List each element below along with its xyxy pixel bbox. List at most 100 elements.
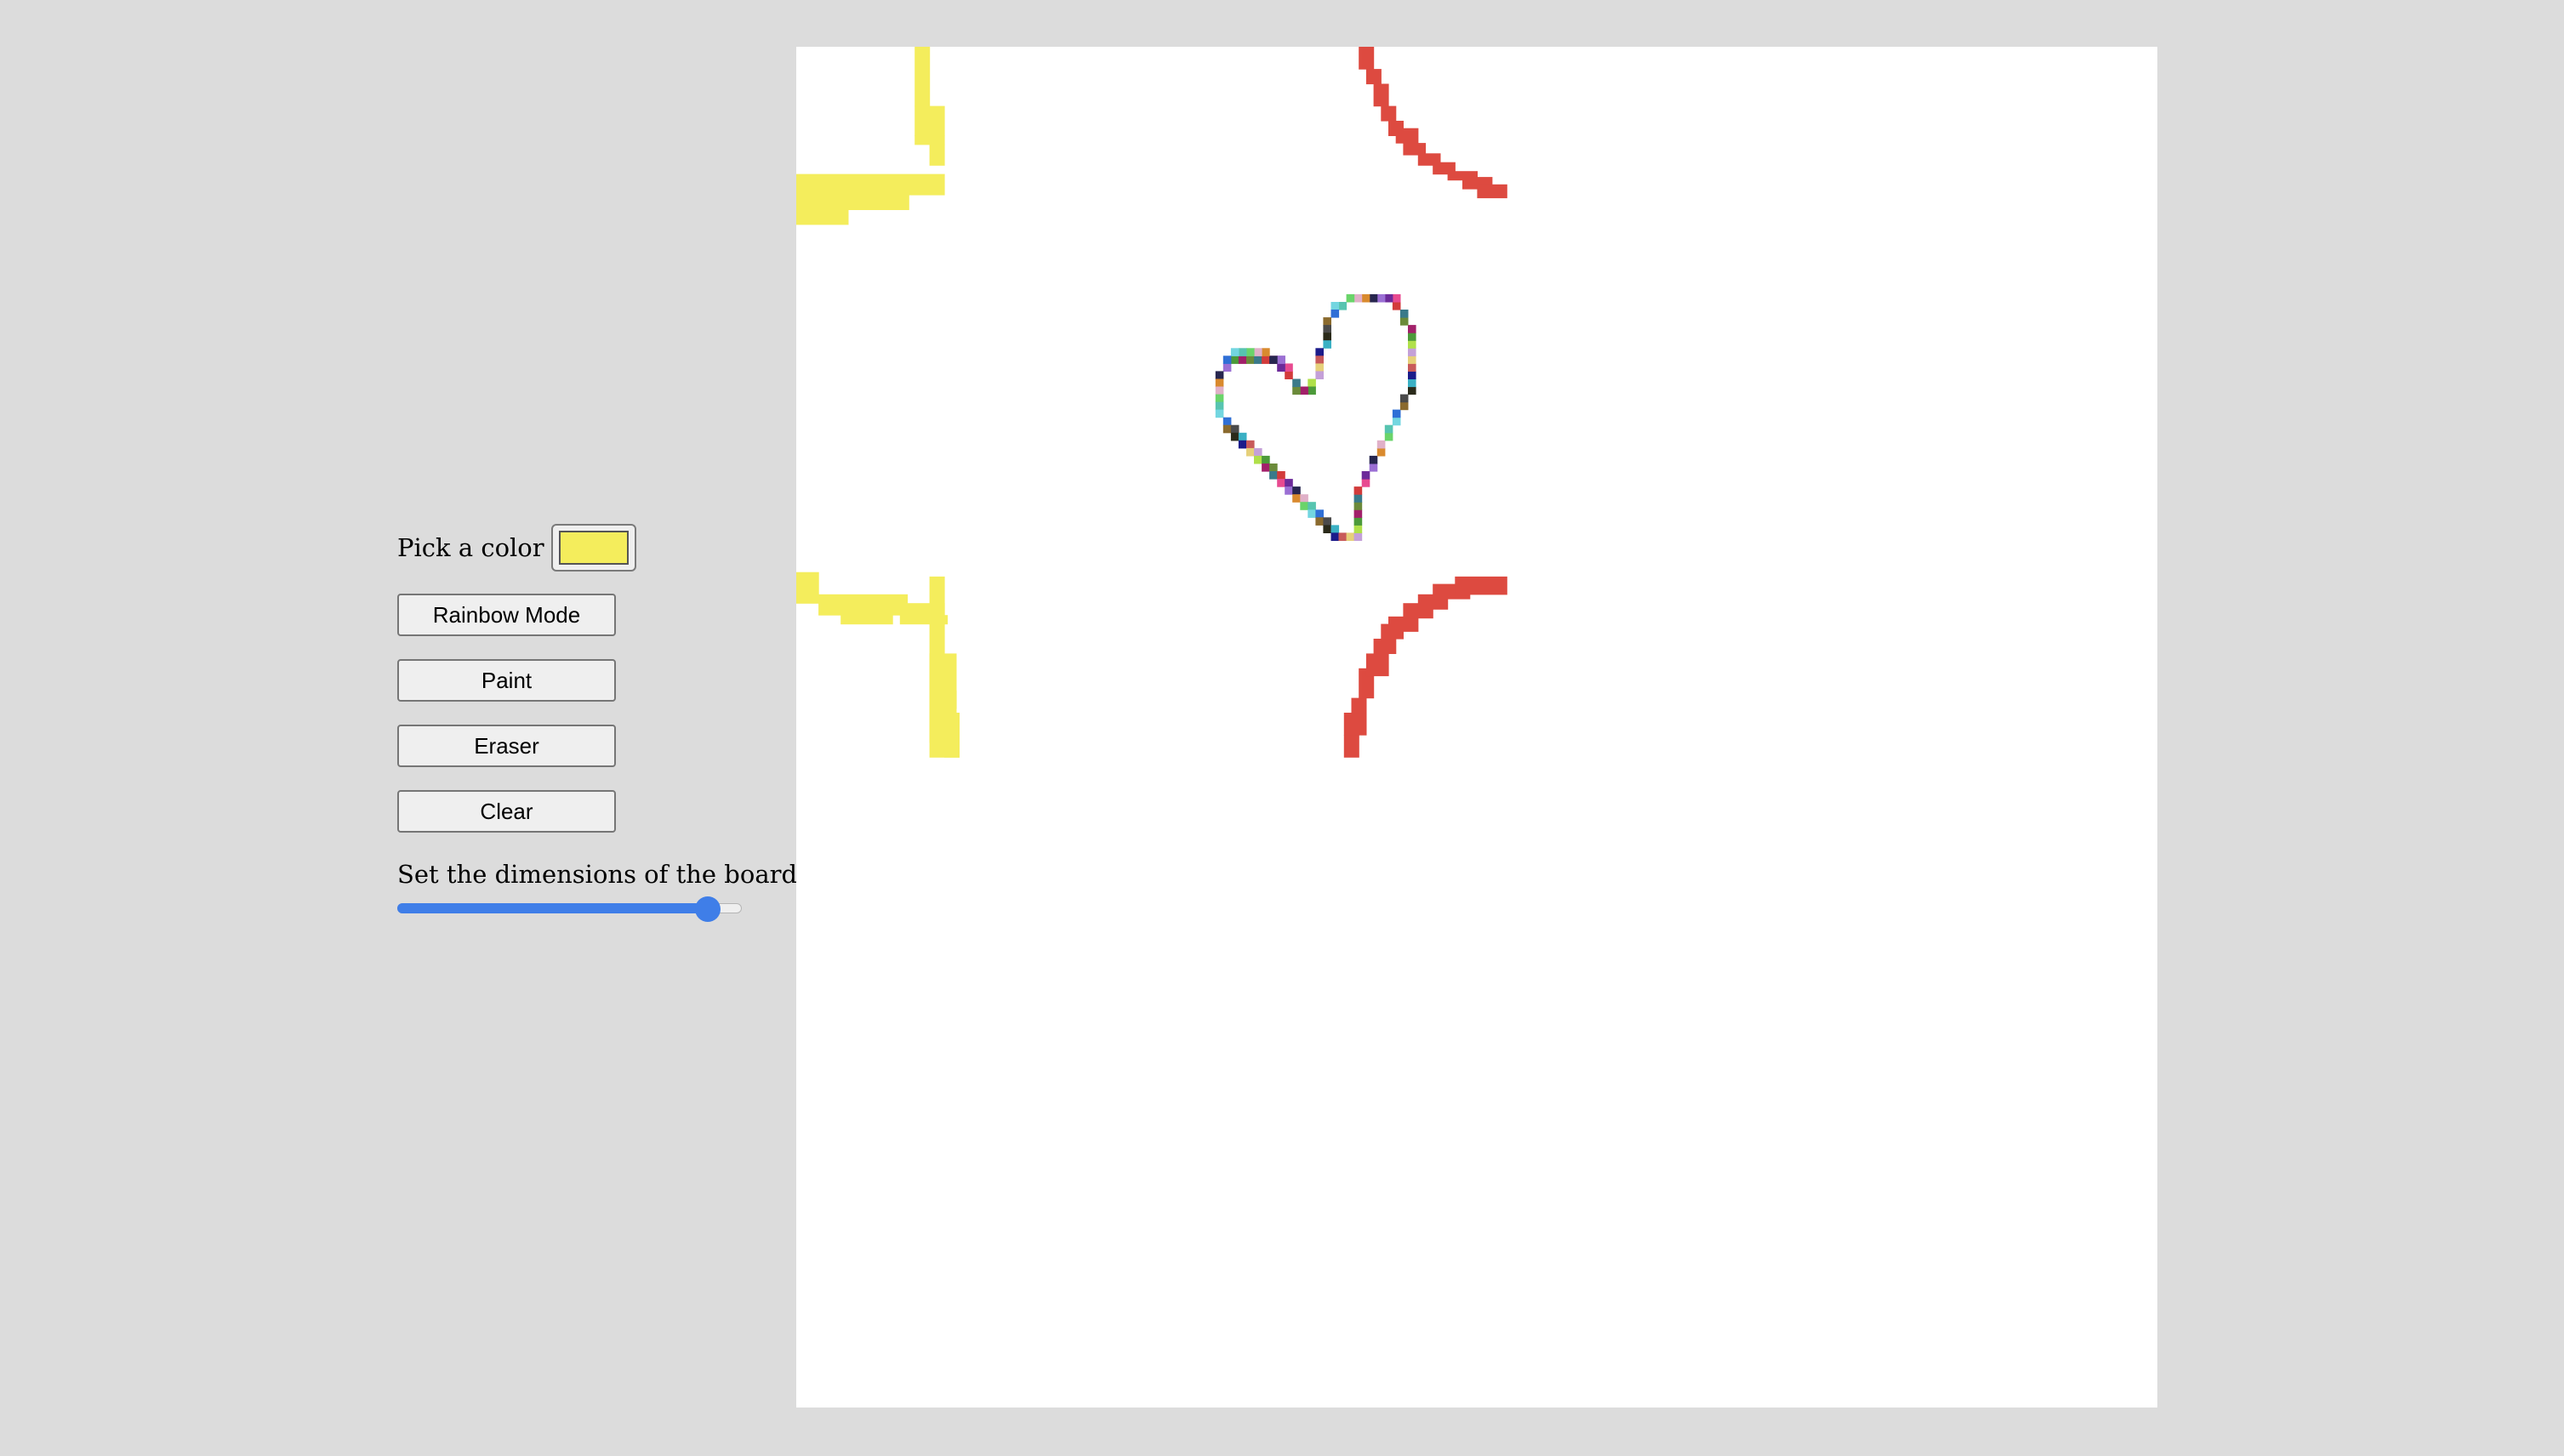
heart-pixel [1353,494,1363,503]
heart-pixel [1408,371,1416,379]
heart-pixel [1238,440,1247,449]
red-pixel [1365,69,1382,85]
heart-pixel [1308,509,1316,518]
eraser-button[interactable]: Eraser [397,725,616,767]
heart-pixel [1330,310,1340,318]
heart-pixel [1215,386,1224,395]
yellow-pixel [914,135,945,145]
heart-pixel [1285,371,1293,379]
drawing-board[interactable] [796,47,2157,1408]
heart-pixel [1323,325,1331,333]
yellow-pixel [796,572,819,595]
heart-pixel [1376,293,1386,303]
heart-pixel [1353,502,1363,510]
heart-pixel [1323,317,1331,326]
heart-pixel [1262,355,1270,364]
heart-pixel [1215,371,1224,379]
heart-pixel [1330,525,1340,533]
heart-pixel [1353,509,1363,518]
heart-pixel [1215,378,1224,388]
pick-color-label: Pick a color [397,533,544,562]
heart-pixel [1300,494,1308,503]
yellow-pixel [818,603,945,616]
heart-pixel [1277,355,1285,364]
yellow-pixel [840,615,893,625]
heart-pixel [1222,424,1232,434]
red-pixel [1373,83,1389,107]
heart-pixel [1292,494,1301,503]
yellow-strokes [796,47,960,758]
red-pixel [1381,105,1397,122]
heart-pixel [1399,317,1409,326]
heart-pixel [1315,371,1324,379]
heart-pixel [1384,432,1393,441]
heart-pixel [1353,532,1363,541]
red-pixel [1388,616,1419,632]
red-pixel [1395,128,1419,144]
heart-pixel [1269,471,1278,480]
heart-pixel [1338,302,1348,310]
heart-pixel [1361,471,1370,480]
dimensions-slider[interactable] [397,894,742,922]
heart-pixel [1262,464,1270,472]
heart-pixel [1361,479,1370,487]
heart-pixel [1376,447,1386,457]
heart-pixel [1408,340,1416,349]
heart-pixel [1254,348,1262,356]
color-picker-row: Pick a color [397,524,755,572]
red-pixel [1359,47,1375,70]
heart-pixel [1323,333,1331,341]
heart-pixel [1238,348,1247,356]
heart-pixel [1300,502,1308,510]
controls-panel: Pick a color Rainbow Mode Paint Eraser C… [397,524,797,922]
heart-pixel [1254,455,1262,464]
heart-pixel [1330,532,1340,541]
yellow-pixel [796,594,909,604]
heart-pixel [1308,502,1316,510]
color-swatch [558,531,629,565]
heart-pixel [1222,417,1232,426]
heart-pixel [1369,464,1378,472]
heart-pixel [1408,355,1416,364]
heart-pixel [1277,471,1285,480]
heart-pixel [1300,386,1308,395]
heart-pixel [1369,293,1378,303]
rainbow-mode-button[interactable]: Rainbow Mode [397,594,616,636]
heart-pixel [1353,525,1363,533]
heart-pixel [1346,293,1355,303]
heart-pixel [1292,386,1301,395]
red-pixel [1477,184,1507,199]
heart-pixel [1315,355,1324,364]
heart-pixel [1369,455,1378,464]
heart-pixel [1330,302,1340,310]
heart-pixel [1215,409,1224,418]
heart-pixel [1292,378,1301,388]
heart-pixel [1408,378,1416,388]
heart-pixel [1246,440,1255,449]
heart-pixel [1277,363,1285,372]
heart-pixel [1399,401,1409,411]
heart-pixel [1408,363,1416,372]
heart-pixel [1246,348,1255,356]
rainbow-heart [1215,293,1416,541]
clear-button[interactable]: Clear [397,790,616,833]
heart-pixel [1262,348,1270,356]
heart-pixel [1353,517,1363,526]
board-canvas[interactable] [796,47,2157,1408]
heart-pixel [1269,464,1278,472]
yellow-pixel [796,173,945,196]
heart-pixel [1315,509,1324,518]
slider-thumb[interactable] [694,896,721,922]
heart-pixel [1408,333,1416,341]
paint-button[interactable]: Paint [397,659,616,702]
red-pixel [1351,697,1367,714]
red-pixel [1343,735,1359,758]
heart-pixel [1376,440,1386,449]
heart-pixel [1308,378,1316,388]
red-pixel [1343,713,1367,736]
color-picker-input[interactable] [550,524,636,572]
heart-pixel [1384,293,1393,303]
slider-fill [397,903,708,913]
heart-pixel [1285,363,1293,372]
heart-pixel [1215,394,1224,403]
